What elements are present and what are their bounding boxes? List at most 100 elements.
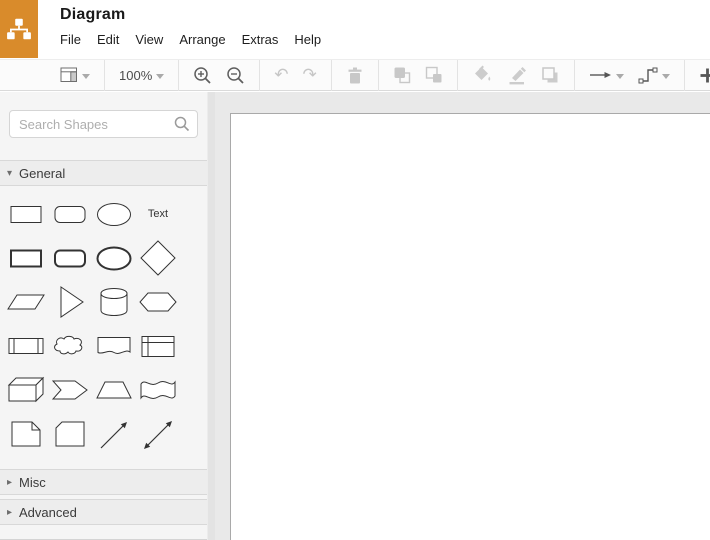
insert-button[interactable] xyxy=(692,60,710,90)
shape-cylinder[interactable] xyxy=(92,280,136,324)
directional-arrow-icon xyxy=(100,422,127,449)
waypoints-icon xyxy=(638,67,658,83)
redo-button[interactable]: ↷ xyxy=(296,60,324,90)
shape-card[interactable] xyxy=(48,412,92,456)
rounded-rectangle-bold-icon xyxy=(54,249,86,268)
delete-button[interactable] xyxy=(339,60,371,90)
rounded-rectangle-icon xyxy=(54,206,86,223)
parallelogram-icon xyxy=(7,294,45,310)
shape-cloud[interactable] xyxy=(48,324,92,368)
line-color-icon xyxy=(509,67,526,85)
format-panel-icon xyxy=(60,67,77,82)
menu-view[interactable]: View xyxy=(135,32,163,47)
bidirectional-arrow-icon xyxy=(144,421,172,449)
menu-help[interactable]: Help xyxy=(294,32,321,47)
to-back-icon xyxy=(425,66,442,83)
shape-rounded-rectangle-bold[interactable] xyxy=(48,236,92,280)
zoom-level-button[interactable]: 100% xyxy=(112,60,171,90)
redo-icon: ↷ xyxy=(302,64,317,85)
zoom-in-button[interactable] xyxy=(186,60,219,90)
ellipse-bold-icon xyxy=(96,246,132,271)
internal-storage-icon xyxy=(141,336,175,357)
chevron-down-icon xyxy=(82,73,90,79)
shape-rectangle-bold[interactable] xyxy=(4,236,48,280)
to-front-icon xyxy=(394,67,410,84)
shape-step[interactable] xyxy=(48,368,92,412)
shape-parallelogram[interactable] xyxy=(4,280,48,324)
shape-diamond[interactable] xyxy=(136,236,180,280)
menu-extras[interactable]: Extras xyxy=(242,32,279,47)
shadow-icon xyxy=(542,66,558,82)
menu-file[interactable]: File xyxy=(60,32,81,47)
fill-color-button[interactable] xyxy=(465,60,499,90)
chevron-down-icon: ▾ xyxy=(7,167,13,179)
shape-rectangle[interactable] xyxy=(4,192,48,236)
diamond-icon xyxy=(140,240,176,276)
shapes-sidebar: ▾ General Text ▸ Misc ▸ Advanced xyxy=(0,92,207,540)
shape-triangle[interactable] xyxy=(48,280,92,324)
section-advanced[interactable]: ▸ Advanced xyxy=(0,499,207,525)
drawing-page[interactable] xyxy=(230,113,710,540)
menubar: File Edit View Arrange Extras Help xyxy=(60,32,321,47)
shape-trapezoid[interactable] xyxy=(92,368,136,412)
search-icon xyxy=(174,116,190,132)
zoom-out-button[interactable] xyxy=(219,60,252,90)
app-logo xyxy=(0,0,38,58)
chevron-down-icon xyxy=(156,73,165,79)
shape-cube[interactable] xyxy=(4,368,48,412)
shape-note[interactable] xyxy=(4,412,48,456)
tree-diagram-icon xyxy=(7,18,31,40)
document-title: Diagram xyxy=(60,6,126,23)
waypoints-button[interactable] xyxy=(631,60,677,90)
hexagon-icon xyxy=(139,292,177,312)
shape-palette: Text xyxy=(0,186,207,456)
undo-button[interactable]: ↶ xyxy=(267,60,295,90)
note-icon xyxy=(11,421,41,447)
section-general[interactable]: ▾ General xyxy=(0,160,207,186)
shape-process[interactable] xyxy=(4,324,48,368)
chevron-down-icon xyxy=(661,73,670,79)
section-general-label: General xyxy=(19,165,66,181)
shape-text[interactable]: Text xyxy=(136,192,180,236)
chevron-right-icon: ▸ xyxy=(7,506,13,518)
shape-tape[interactable] xyxy=(136,368,180,412)
cylinder-icon xyxy=(100,287,128,317)
shape-directional-arrow[interactable] xyxy=(92,412,136,456)
tape-icon xyxy=(140,380,176,400)
shape-rounded-rectangle[interactable] xyxy=(48,192,92,236)
ellipse-icon xyxy=(97,203,131,226)
view-format-button[interactable] xyxy=(53,60,97,90)
cloud-icon xyxy=(54,335,83,355)
shape-internal-storage[interactable] xyxy=(136,324,180,368)
shape-ellipse[interactable] xyxy=(92,192,136,236)
chevron-down-icon xyxy=(615,73,624,79)
step-icon xyxy=(51,380,88,400)
rectangle-icon xyxy=(10,206,42,223)
menu-arrange[interactable]: Arrange xyxy=(179,32,225,47)
shape-ellipse-bold[interactable] xyxy=(92,236,136,280)
canvas-area[interactable] xyxy=(215,92,710,540)
section-misc-label: Misc xyxy=(19,474,46,490)
connection-arrow-icon xyxy=(589,72,611,78)
search-shapes-input[interactable] xyxy=(9,110,198,138)
sidebar-splitter[interactable] xyxy=(207,92,215,540)
shape-hexagon[interactable] xyxy=(136,280,180,324)
toolbar: 100% ↶ ↷ xyxy=(0,59,710,91)
to-front-button[interactable] xyxy=(386,60,418,90)
shadow-button[interactable] xyxy=(534,60,567,90)
menu-edit[interactable]: Edit xyxy=(97,32,119,47)
section-misc[interactable]: ▸ Misc xyxy=(0,469,207,495)
shape-bidirectional-arrow[interactable] xyxy=(136,412,180,456)
section-advanced-label: Advanced xyxy=(19,504,77,520)
connection-style-button[interactable] xyxy=(582,60,631,90)
document-icon xyxy=(97,337,131,354)
drawio-app: Diagram File Edit View Arrange Extras He… xyxy=(0,0,710,540)
shape-document[interactable] xyxy=(92,324,136,368)
chevron-right-icon: ▸ xyxy=(7,476,13,488)
triangle-icon xyxy=(60,286,84,318)
zoom-in-icon xyxy=(194,66,211,84)
line-color-button[interactable] xyxy=(499,60,534,90)
zoom-out-icon xyxy=(227,66,244,84)
to-back-button[interactable] xyxy=(418,60,450,90)
zoom-level-value: 100% xyxy=(119,67,153,83)
